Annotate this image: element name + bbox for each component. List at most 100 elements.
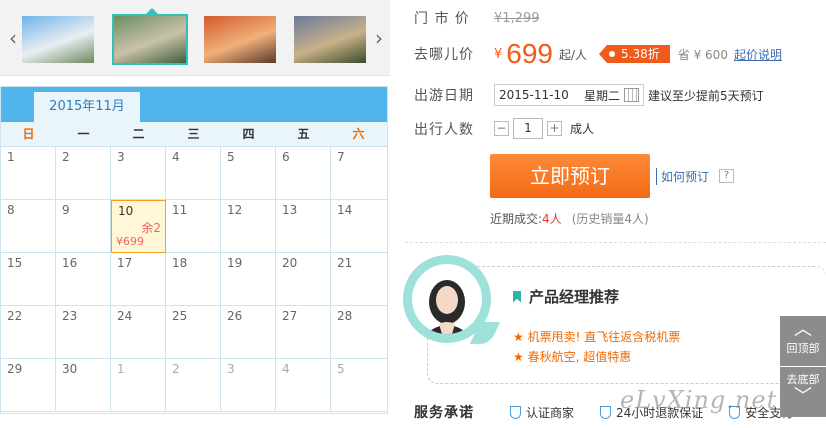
calendar-day-number: 25 xyxy=(172,309,188,323)
calendar-day[interactable]: 9 xyxy=(56,200,111,253)
calendar-day[interactable]: 1 xyxy=(1,147,56,200)
calendar-day[interactable]: 5 xyxy=(331,359,387,412)
calendar-day[interactable]: 30 xyxy=(56,359,111,412)
calendar-day[interactable]: 17 xyxy=(111,253,166,306)
recommendation-item-2[interactable]: ★ 春秋航空, 超值特惠 xyxy=(513,348,631,365)
calendar-day-number: 6 xyxy=(282,150,290,164)
start-price-note-link[interactable]: 起价说明 xyxy=(734,46,782,63)
how-to-book-link[interactable]: 如何预订 xyxy=(656,167,709,185)
service-promise-label: 服务承诺 xyxy=(414,405,474,421)
calendar-day-number: 9 xyxy=(62,203,70,217)
promise-certified: 认证商家 xyxy=(510,404,574,421)
calendar-day-number: 1 xyxy=(7,150,15,164)
recommendation-item-1[interactable]: ★ 机票甩卖! 直飞往返含税机票 xyxy=(513,328,680,345)
recommendation-title-text: 产品经理推荐 xyxy=(529,288,620,306)
thumbnail-strip: ‹ › xyxy=(0,0,390,76)
increase-button[interactable]: + xyxy=(547,121,562,136)
divider xyxy=(405,242,826,243)
calendar-day-number: 15 xyxy=(7,256,23,270)
go-to-bottom-button[interactable]: 去底部 ﹀ xyxy=(780,367,826,417)
travelers-label: 出行人数 xyxy=(414,121,474,138)
thumbnail-image xyxy=(114,16,186,63)
qunar-price-label: 去哪儿价 xyxy=(414,47,474,63)
calendar-day[interactable]: 15 xyxy=(1,253,56,306)
calendar-day[interactable]: 5 xyxy=(221,147,276,200)
calendar-icon[interactable] xyxy=(624,88,639,102)
thumbnail-2[interactable] xyxy=(112,14,188,65)
chevron-left-icon[interactable]: ‹ xyxy=(6,28,20,48)
calendar-day-number: 11 xyxy=(172,203,188,217)
calendar-day-number: 26 xyxy=(227,309,243,323)
calendar-day[interactable]: 6 xyxy=(276,147,331,200)
calendar-day[interactable]: 1 xyxy=(111,359,166,412)
remaining-seats: 余2 xyxy=(141,221,161,235)
calendar-day[interactable]: 26 xyxy=(221,306,276,359)
calendar-day[interactable]: 21 xyxy=(331,253,387,306)
weekday-thu: 四 xyxy=(242,127,255,141)
calendar-day[interactable]: 2 xyxy=(166,359,221,412)
calendar-day-number: 3 xyxy=(117,150,125,164)
decrease-button[interactable]: − xyxy=(494,121,509,136)
calendar-day[interactable]: 16 xyxy=(56,253,111,306)
quantity-input[interactable]: 1 xyxy=(513,118,543,139)
recent-sales-count: 4人 xyxy=(542,212,562,226)
weekday-fri: 五 xyxy=(297,127,310,141)
thumbnail-4[interactable] xyxy=(292,14,368,65)
calendar-day[interactable]: 27 xyxy=(276,306,331,359)
calendar-day[interactable]: 20 xyxy=(276,253,331,306)
calendar-day[interactable]: 3 xyxy=(221,359,276,412)
thumbnail-1[interactable] xyxy=(20,14,96,65)
calendar-day-number: 21 xyxy=(337,256,353,270)
travel-date-row: 出游日期 2015-11-10 星期二 建议至少提前5天预订 xyxy=(414,84,764,106)
currency-symbol: ¥ xyxy=(494,46,503,62)
calendar-day[interactable]: 28 xyxy=(331,306,387,359)
calendar-day[interactable]: 8 xyxy=(1,200,56,253)
current-price: 699 xyxy=(506,38,553,69)
book-now-button[interactable]: 立即预订 xyxy=(490,154,650,198)
calendar-day[interactable]: 3 xyxy=(111,147,166,200)
discount-badge: 5.38折 xyxy=(599,45,670,63)
recent-sales: 近期成交: 4人 (历史销量4人) xyxy=(490,210,649,227)
calendar-day[interactable]: 29 xyxy=(1,359,56,412)
calendar-day-number: 23 xyxy=(62,309,78,323)
travel-date-label: 出游日期 xyxy=(414,88,474,104)
calendar-day[interactable]: 11 xyxy=(166,200,221,253)
calendar-day[interactable]: 19 xyxy=(221,253,276,306)
travel-date-field[interactable]: 2015-11-10 星期二 xyxy=(494,84,644,106)
calendar-day-number: 10 xyxy=(118,204,134,218)
calendar-day[interactable]: 12 xyxy=(221,200,276,253)
thumbnail-3[interactable] xyxy=(202,14,278,65)
calendar-day[interactable]: 14 xyxy=(331,200,387,253)
calendar-day[interactable]: 4 xyxy=(276,359,331,412)
calendar-day[interactable]: 2 xyxy=(56,147,111,200)
travelers-row: 出行人数 − 1 + 成人 xyxy=(414,118,594,139)
calendar-day[interactable]: 25 xyxy=(166,306,221,359)
chevron-right-icon[interactable]: › xyxy=(372,28,386,48)
discount-text: 5.38折 xyxy=(621,47,660,61)
weekday-mon: 一 xyxy=(77,127,90,141)
calendar-day-selected[interactable]: 10 余2 ¥699 xyxy=(111,200,166,253)
calendar-day[interactable]: 22 xyxy=(1,306,56,359)
calendar-day[interactable]: 24 xyxy=(111,306,166,359)
calendar-day-number: 22 xyxy=(7,309,23,323)
calendar-day-number: 4 xyxy=(172,150,180,164)
watermark: eLvXing.net xyxy=(620,386,778,414)
calendar-day-number: 28 xyxy=(337,309,353,323)
left-panel: ‹ › 2015年11月 日 一 二 三 四 五 六 1 2 3 4 5 6 7 8 9 10 余2… xyxy=(0,0,390,428)
savings-text: 省 ¥ 600 xyxy=(677,47,728,62)
calendar-month-tab[interactable]: 2015年11月 xyxy=(34,92,140,122)
calendar-day[interactable]: 23 xyxy=(56,306,111,359)
tag-hole-icon xyxy=(609,51,616,57)
booking-calendar: 2015年11月 日 一 二 三 四 五 六 1 2 3 4 5 6 7 8 9 10 余2 ¥699… xyxy=(0,86,388,414)
calendar-day-number: 13 xyxy=(282,203,298,217)
calendar-day-number: 16 xyxy=(62,256,78,270)
help-icon[interactable]: ? xyxy=(719,169,735,183)
product-panel: 门 市 价 ¥1,299 去哪儿价 ¥ 699 起/人 5.38折 省 ¥ 60… xyxy=(403,0,826,428)
back-to-top-button[interactable]: ︿ 回顶部 xyxy=(780,316,826,366)
calendar-day[interactable]: 18 xyxy=(166,253,221,306)
calendar-day[interactable]: 13 xyxy=(276,200,331,253)
calendar-day-number: 12 xyxy=(227,203,243,217)
calendar-day[interactable]: 4 xyxy=(166,147,221,200)
calendar-day[interactable]: 7 xyxy=(331,147,387,200)
travel-date-value: 2015-11-10 xyxy=(499,88,569,102)
